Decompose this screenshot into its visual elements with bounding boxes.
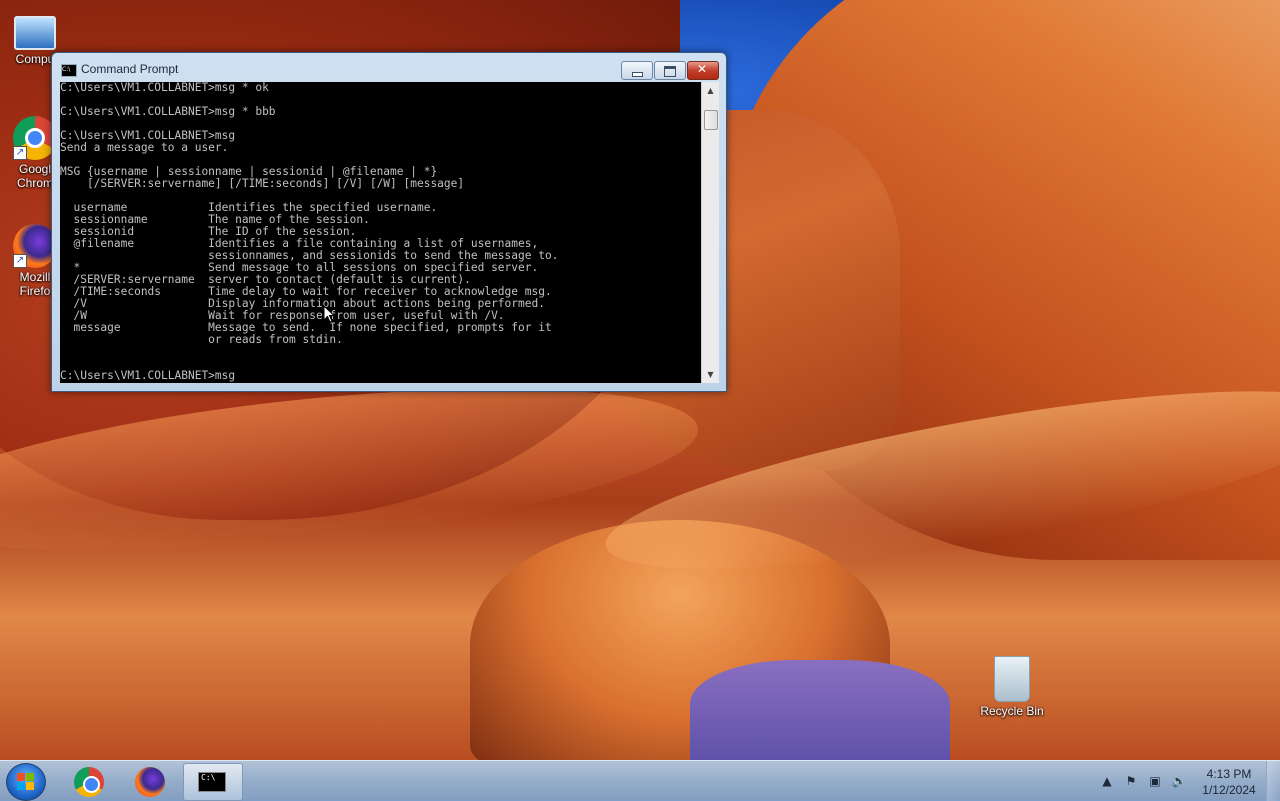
console-line: or reads from stdin.	[60, 333, 343, 346]
taskbar-app-firefox[interactable]	[121, 763, 179, 799]
windows-logo-icon	[17, 773, 35, 791]
volume-muted-icon[interactable]: 🔈	[1171, 773, 1187, 789]
console-output[interactable]: C:\Users\VM1.COLLABNET>msg * ok C:\Users\…	[60, 82, 701, 383]
taskbar: C:\ ▲ ⚑ ▣ 🔈 4:13 PM 1/12/2024	[0, 760, 1280, 801]
taskbar-clock[interactable]: 4:13 PM 1/12/2024	[1192, 766, 1266, 798]
recycle-bin-icon	[994, 656, 1030, 702]
action-center-flag-icon[interactable]: ⚑	[1123, 773, 1139, 789]
mouse-cursor-icon	[323, 305, 335, 323]
minimize-button[interactable]	[621, 61, 653, 80]
chrome-icon	[74, 767, 104, 797]
cmd-icon: C:\	[198, 772, 226, 792]
taskbar-app-chrome[interactable]	[60, 763, 118, 799]
shortcut-arrow-icon: ↗	[13, 254, 27, 268]
window-title: Command Prompt	[81, 62, 179, 76]
desktop-icon-recycle-bin[interactable]: Recycle Bin	[976, 656, 1048, 718]
scroll-down-arrow-icon[interactable]: ▼	[702, 366, 719, 383]
vertical-scrollbar[interactable]: ▲ ▼	[701, 82, 719, 383]
window-titlebar[interactable]: C:\ Command Prompt	[52, 53, 726, 82]
maximize-button[interactable]	[654, 61, 686, 80]
console-line: [/SERVER:servername] [/TIME:seconds] [/V…	[60, 177, 465, 190]
taskbar-app-command-prompt[interactable]: C:\	[183, 763, 243, 801]
show-desktop-button[interactable]	[1266, 761, 1280, 801]
desktop-icon-label: Recycle Bin	[980, 704, 1044, 718]
cmd-icon[interactable]: C:\	[61, 64, 77, 77]
shortcut-arrow-icon: ↗	[13, 146, 27, 160]
start-button[interactable]	[6, 763, 46, 801]
show-hidden-icons-chevron-up-icon[interactable]: ▲	[1099, 773, 1115, 789]
scrollbar-thumb[interactable]	[704, 110, 718, 130]
clock-time: 4:13 PM	[1206, 767, 1252, 781]
close-button[interactable]	[687, 61, 719, 80]
console-line: C:\Users\VM1.COLLABNET>msg	[60, 369, 236, 382]
command-prompt-window[interactable]: C:\ Command Prompt C:\Users\VM1.COLLABNE…	[51, 52, 727, 392]
console-line: Send a message to a user.	[60, 141, 229, 154]
computer-icon	[14, 16, 56, 50]
firefox-icon	[135, 767, 165, 797]
wallpaper-sky-reflection	[690, 660, 950, 760]
console-line: C:\Users\VM1.COLLABNET>msg * ok	[60, 82, 269, 94]
console-line: C:\Users\VM1.COLLABNET>msg * bbb	[60, 105, 276, 118]
clock-date: 1/12/2024	[1202, 783, 1256, 797]
network-icon[interactable]: ▣	[1147, 773, 1163, 789]
scroll-up-arrow-icon[interactable]: ▲	[702, 82, 719, 99]
